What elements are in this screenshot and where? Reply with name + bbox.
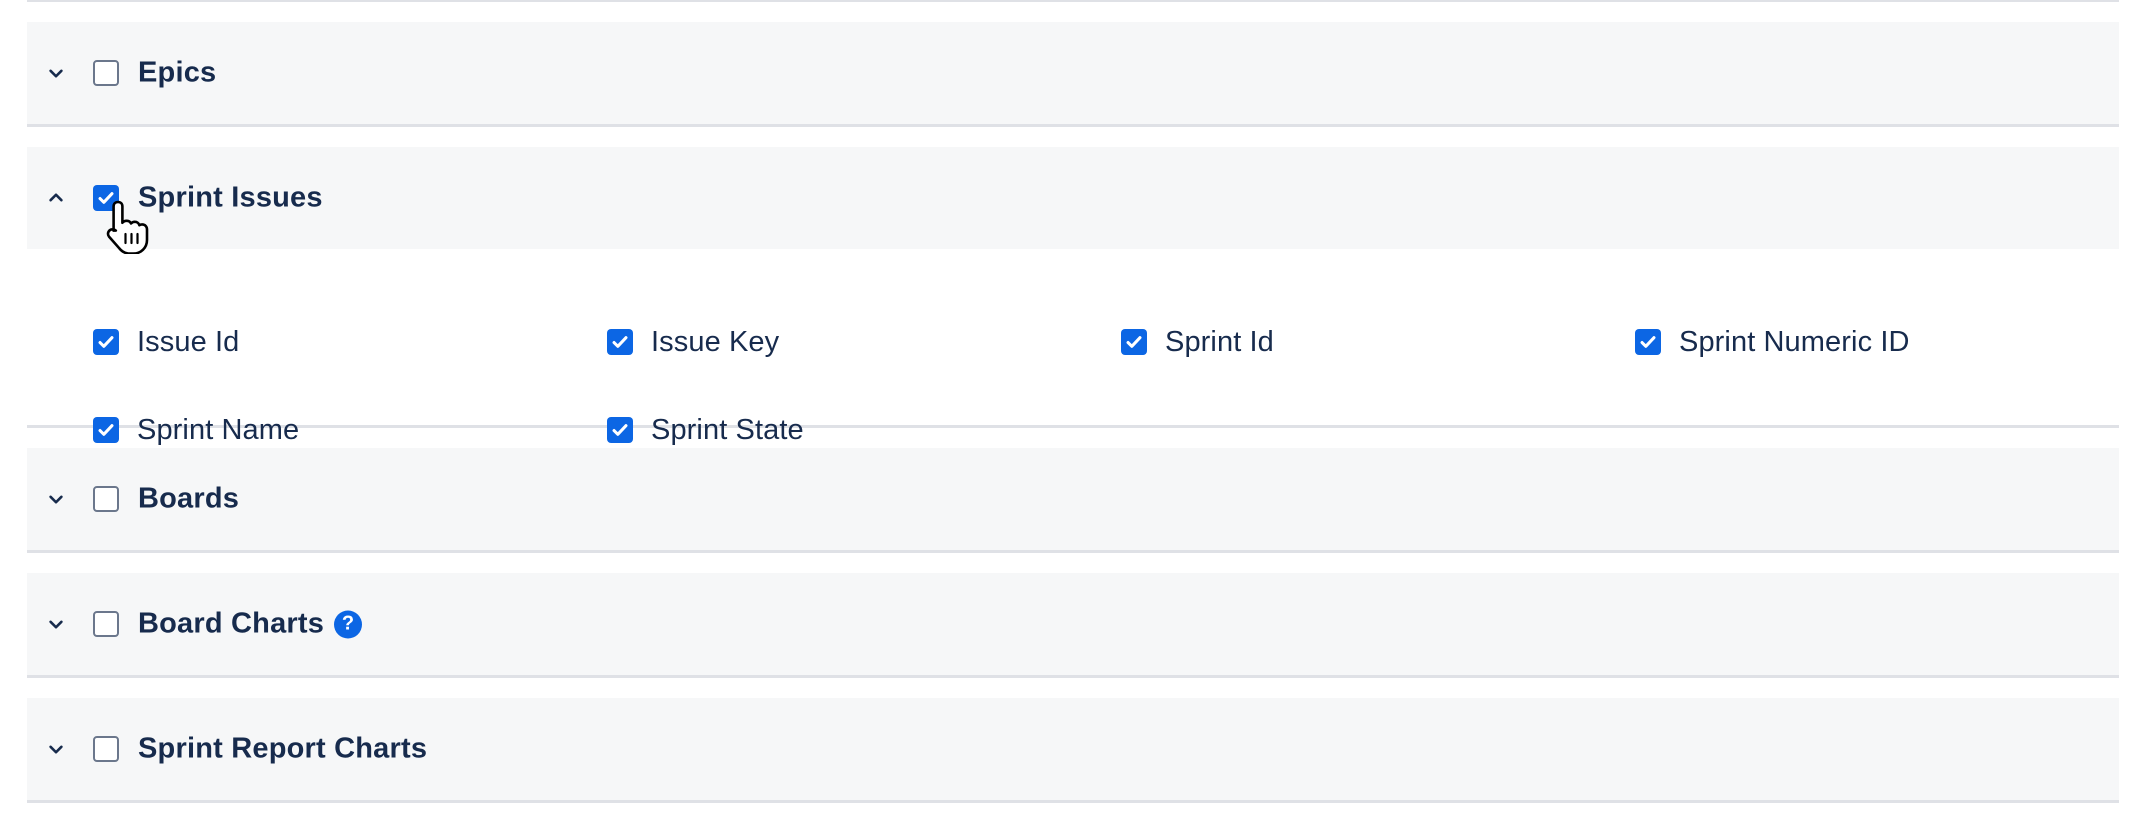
field-label: Sprint Id (1165, 325, 1274, 358)
field-checkbox[interactable] (93, 329, 119, 355)
chevron-up-icon[interactable] (43, 185, 69, 211)
section-title: Sprint Issues (138, 182, 323, 215)
section-header-sprint-issues[interactable]: Sprint Issues (27, 147, 2119, 249)
chevron-down-icon[interactable] (43, 60, 69, 86)
field-checkbox[interactable] (1121, 329, 1147, 355)
section-header-sprint-report-charts[interactable]: Sprint Report Charts (27, 698, 2119, 800)
section-checkbox-epics[interactable] (93, 60, 119, 86)
field-issue-id[interactable]: Issue Id (93, 325, 240, 358)
section-title: Boards (138, 483, 239, 516)
field-label: Sprint State (651, 413, 804, 446)
field-label: Issue Key (651, 325, 780, 358)
section-header-epics[interactable]: Epics (27, 22, 2119, 124)
field-label: Sprint Name (137, 413, 300, 446)
field-checkbox[interactable] (1635, 329, 1661, 355)
section-title-text: Boards (138, 482, 240, 515)
field-label: Sprint Numeric ID (1679, 325, 1910, 358)
chevron-down-icon[interactable] (43, 611, 69, 637)
field-checkbox[interactable] (93, 417, 119, 443)
top-divider (27, 0, 2119, 2)
field-grid: Issue Id Issue Key Sprint Id Sprint Nume… (27, 249, 2119, 446)
field-sprint-numeric-id[interactable]: Sprint Numeric ID (1635, 325, 1910, 358)
section-title-text: Sprint Report Charts (138, 732, 428, 765)
section-title-text: Epics (138, 56, 217, 89)
section-header-board-charts[interactable]: Board Charts ? (27, 573, 2119, 675)
field-sprint-state[interactable]: Sprint State (607, 413, 804, 446)
section-title: Board Charts ? (138, 607, 363, 641)
question-circle-icon[interactable]: ? (334, 610, 363, 638)
section-title: Epics (138, 57, 216, 90)
section-checkbox-sprint-report-charts[interactable] (93, 736, 119, 762)
field-checkbox[interactable] (607, 417, 633, 443)
field-label: Issue Id (137, 325, 240, 358)
field-checkbox[interactable] (607, 329, 633, 355)
section-board-charts: Board Charts ? (27, 573, 2119, 678)
section-title: Sprint Report Charts (138, 733, 427, 766)
section-header-boards[interactable]: Boards (27, 448, 2119, 550)
section-list: Epics Sprint Issues Issue Id Issue Key S… (27, 22, 2119, 823)
section-epics: Epics (27, 22, 2119, 127)
section-sprint-issues: Sprint Issues Issue Id Issue Key Sprint … (27, 147, 2119, 446)
chevron-down-icon[interactable] (43, 486, 69, 512)
section-checkbox-sprint-issues[interactable] (93, 185, 119, 211)
field-issue-key[interactable]: Issue Key (607, 325, 780, 358)
field-sprint-name[interactable]: Sprint Name (93, 413, 300, 446)
section-checkbox-boards[interactable] (93, 486, 119, 512)
section-checkbox-board-charts[interactable] (93, 611, 119, 637)
section-boards: Boards (27, 448, 2119, 553)
field-sprint-id[interactable]: Sprint Id (1121, 325, 1274, 358)
section-title-text: Sprint Issues (138, 181, 323, 214)
chevron-down-icon[interactable] (43, 736, 69, 762)
section-sprint-report-charts: Sprint Report Charts (27, 698, 2119, 803)
section-title-text: Board Charts (138, 607, 325, 640)
